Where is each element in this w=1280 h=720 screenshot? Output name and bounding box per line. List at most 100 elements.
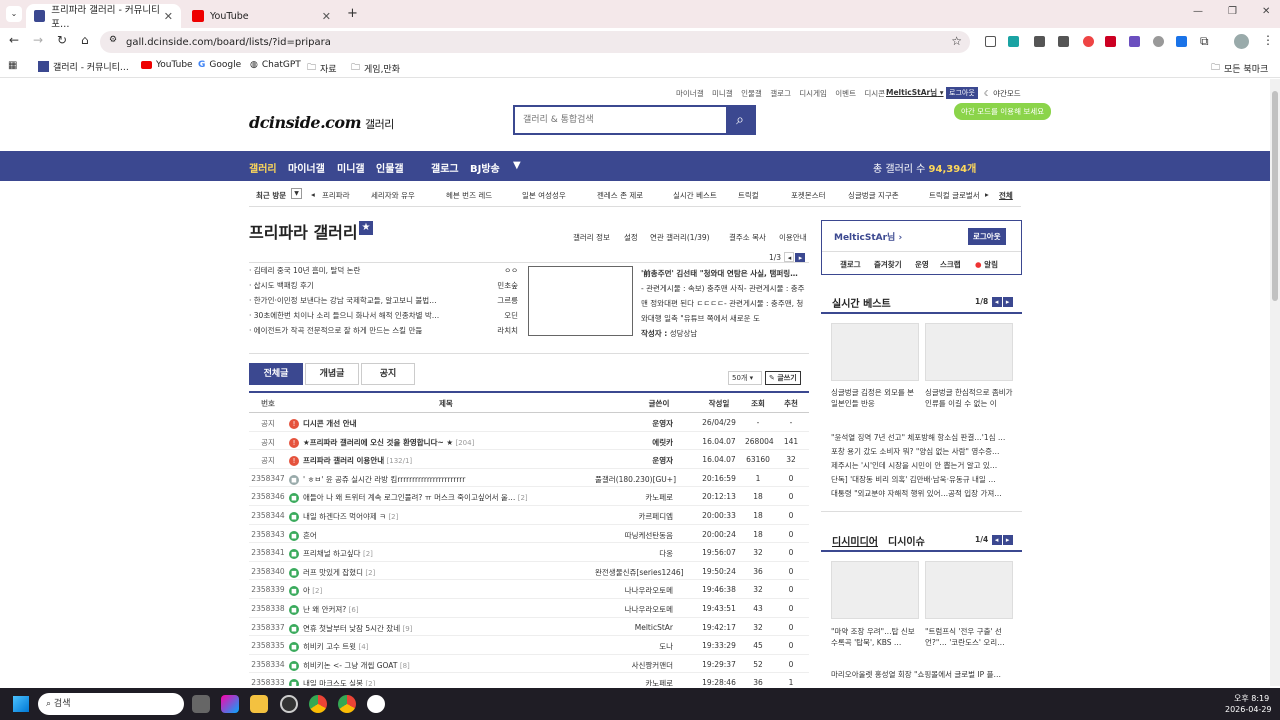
post-writer[interactable]: 사신짱커맨더 [595, 660, 673, 671]
url-field[interactable]: ⚙ gall.dcinside.com/board/lists/?id=prip… [100, 31, 970, 53]
best-thumbnail[interactable] [925, 323, 1013, 381]
extension-icon[interactable] [1083, 36, 1094, 47]
post-writer[interactable]: 운영자 [595, 455, 673, 466]
chrome-icon[interactable] [338, 695, 356, 713]
link-gallog[interactable]: 갤로그 [770, 89, 791, 98]
extension-icon[interactable] [1058, 36, 1069, 47]
table-row[interactable]: 2358335 ◼ 히비키 고수 트윗 [4] 도나 19:33:29 45 0 [249, 636, 809, 655]
comment-count[interactable]: [4] [358, 643, 368, 651]
guide-link[interactable]: 이용안내 [779, 232, 807, 243]
extension-icon[interactable] [1129, 36, 1140, 47]
media-tile-caption[interactable]: "마약 조장 우려"…탑 신보 수록곡 '탑묵', KBS … [831, 626, 919, 650]
close-icon[interactable]: ✕ [164, 10, 173, 23]
recent-next-icon[interactable]: ▸ [985, 190, 989, 199]
post-writer[interactable]: 다옹 [595, 548, 673, 559]
link-dccon[interactable]: 디시콘 [864, 89, 885, 98]
tab-all[interactable]: 전체글 [249, 363, 303, 385]
gallery-info-link[interactable]: 갤러리 정보 [573, 232, 610, 243]
post-writer[interactable]: 에릿카 [595, 437, 673, 448]
media-tile-caption[interactable]: "트럼프식 '전우 구출' 선언?"… '코란도스' 오리… [925, 626, 1013, 650]
clock-date[interactable]: 2026-04-29 [1225, 705, 1272, 714]
recent-dropdown-icon[interactable]: ▼ [291, 188, 302, 199]
post-title-cell[interactable]: ◼ 히비키논 <- 그냥 개씹 GOAT [8] [289, 660, 589, 671]
site-settings-icon[interactable]: ⚙ [109, 35, 117, 45]
post-title-cell[interactable]: ◼ 흔어 [289, 530, 589, 541]
prev-icon[interactable]: ◂ [991, 297, 1002, 307]
app-icon[interactable] [280, 695, 298, 713]
list-item[interactable]: 단독] '대장동 비리 의혹' 김만배·남욱·유동규 내일 … [831, 473, 1015, 487]
table-row[interactable]: 공지! ★프리파라 갤러리에 오신 것을 환영합니다~ ★ [204] 에릿카 16.… [249, 432, 809, 451]
extension-icon[interactable] [1008, 36, 1019, 47]
best-tile-caption[interactable]: 싱글벙글 김정은 외모를 본 일본인들 반응 [831, 387, 919, 411]
link-dcgame[interactable]: 디시게임 [799, 89, 827, 98]
windows-start-icon[interactable] [13, 696, 29, 712]
recent-item[interactable]: 헤븐 번즈 레드 [446, 190, 492, 201]
post-title-cell[interactable]: ◼ 러프 맛있게 잡혔디 [2] [289, 567, 589, 578]
chrome-icon[interactable] [309, 695, 327, 713]
link-event[interactable]: 이벤트 [835, 89, 856, 98]
comment-count[interactable]: [2] [363, 550, 373, 558]
recent-item[interactable]: 포켓몬스터 [791, 190, 826, 201]
post-writer[interactable]: 운영자 [595, 418, 673, 429]
extension-icon[interactable] [1034, 36, 1045, 47]
file-explorer-icon[interactable] [250, 695, 268, 713]
related-gallery-link[interactable]: 연관 갤러리(1/39) [650, 232, 710, 243]
site-logo[interactable]: dcinside.com 갤러리 [249, 113, 394, 132]
nav-gallog[interactable]: 갤로그 [431, 160, 459, 175]
post-title-cell[interactable]: ◼ 애들아 나 왜 트위터 계속 로그인풀려? ㅠ 머스크 죽이고싶어서 울… [… [289, 492, 589, 504]
feature-article[interactable]: '前총주먼' 김선태 "청와대 연탐은 사실, 탬퍼링… - 관련게시물 : 속… [641, 266, 808, 341]
nav-mini[interactable]: 미니갤 [337, 160, 365, 175]
post-writer[interactable]: 나나우라오토메 [595, 604, 673, 615]
recent-item[interactable]: 트릭컬 [738, 190, 759, 201]
apps-grid-icon[interactable]: ▦ [8, 60, 17, 71]
user-name[interactable]: MelticStAr님 › [834, 230, 902, 243]
write-button[interactable]: ✎ 글쓰기 [765, 371, 801, 385]
comment-count[interactable]: [6] [349, 606, 359, 614]
post-title-cell[interactable]: ◼ 히비키 고수 트윗 [4] [289, 641, 589, 653]
bookmark-star-icon[interactable]: ☆ [951, 34, 962, 48]
best-tile-caption[interactable]: 싱글벙글 한심적으로 좀비가 인류를 이길 수 없는 이 [925, 387, 1013, 411]
post-writer[interactable]: 나나우라오토메 [595, 585, 673, 596]
tab-concept[interactable]: 개념글 [305, 363, 359, 385]
table-row[interactable]: 2358333 ◼ 내일 마크스도 실봉 [2] 카노페로 19:28:46 36 1 [249, 673, 809, 686]
post-writer[interactable]: 풀갤러(180.230)[GU+] [595, 474, 676, 485]
puzzle-icon[interactable]: ⧉ [1200, 34, 1209, 49]
extension-icon[interactable] [985, 36, 996, 47]
post-title-cell[interactable]: ! 프리파라 갤러리 이용안내 [132/1] [289, 455, 589, 467]
per-page-select[interactable]: 50개 ▾ [728, 371, 762, 385]
forward-icon[interactable]: → [33, 33, 43, 47]
next-icon[interactable]: ▸ [1002, 297, 1013, 307]
list-item[interactable]: · 30초에한번 치이나 소리 들으니 화나서 해적 인종차별 박… 오딘 [249, 310, 521, 325]
copilot-icon[interactable] [221, 695, 239, 713]
close-icon[interactable]: ✕ [322, 10, 331, 23]
list-item[interactable]: · 한가인·이민정 보낸다는 강남 국제학교들, 알고보니 불법… 그르릉 [249, 295, 521, 310]
media-thumbnail[interactable] [925, 561, 1013, 619]
comment-count[interactable]: [2] [365, 680, 375, 686]
sidebar-link-scrap[interactable]: 스크랩 [940, 259, 961, 270]
home-icon[interactable]: ⌂ [81, 33, 89, 47]
post-writer[interactable]: 카노페로 [595, 492, 673, 503]
link-person-gallery[interactable]: 인물갤 [741, 89, 762, 98]
table-row[interactable]: 2358346 ◼ 애들아 나 왜 트위터 계속 로그인풀려? ㅠ 머스크 죽이고싶… [249, 487, 809, 506]
bookmark-folder[interactable]: 🗀 자료 [307, 60, 337, 76]
user-menu[interactable]: MelticStAr님 ▾ [886, 87, 944, 98]
post-title-cell[interactable]: ◼ 프리채널 하고싶다 [2] [289, 548, 589, 560]
taskbar-search[interactable]: ⌕ 검색 [38, 693, 184, 715]
recent-prev-icon[interactable]: ◂ [311, 190, 315, 199]
task-view-icon[interactable] [192, 695, 210, 713]
best-thumbnail[interactable] [831, 323, 919, 381]
menu-icon[interactable]: ⋮ [1262, 33, 1274, 47]
media-thumbnail[interactable] [831, 561, 919, 619]
bookmark-item[interactable]: ◍ ChatGPT [250, 60, 301, 70]
post-title-cell[interactable]: ◼ 아 [2] [289, 585, 589, 597]
sidebar-link-alarm[interactable]: ● 알림 [975, 259, 998, 270]
recent-item[interactable]: 실시간 베스트 [673, 190, 717, 201]
recent-item[interactable]: 젠레스 존 제로 [597, 190, 643, 201]
media-title[interactable]: 디시미디어 [832, 533, 878, 548]
search-icon[interactable]: ⌕ [726, 107, 754, 133]
settings-link[interactable]: 설정 [624, 232, 638, 243]
nav-minor[interactable]: 마이너갤 [288, 160, 325, 175]
nav-gallery[interactable]: 갤러리 [249, 160, 277, 175]
reload-icon[interactable]: ↻ [57, 33, 67, 47]
comment-count[interactable]: [8] [400, 662, 410, 670]
